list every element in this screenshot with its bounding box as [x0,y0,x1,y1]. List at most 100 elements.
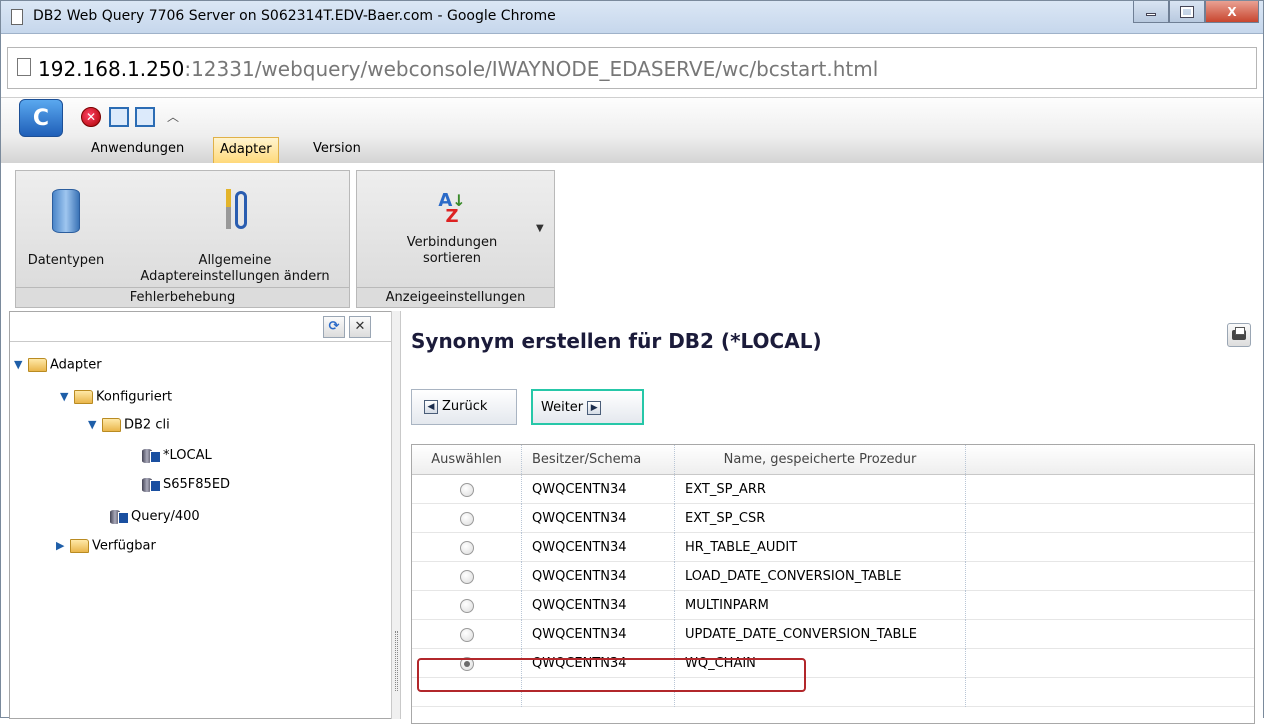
arrow-left-icon: ◀ [424,399,438,414]
refresh-button[interactable]: ⟳ [323,316,345,338]
caret-down-icon[interactable]: ▼ [88,414,102,436]
folder-open-icon [28,358,47,372]
tree-node-label: S65F85ED [163,477,231,492]
tree-node-label: DB2 cli [124,417,170,433]
procedure-name-cell: UPDATE_DATE_CONVERSION_TABLE [675,620,966,649]
back-label: Zurück [442,399,488,414]
next-button[interactable]: Weiter ▶ [531,389,644,425]
table-row[interactable]: QWQCENTN34 WQ_CHAIN [412,649,1254,678]
select-cell [412,591,522,620]
next-label: Weiter [541,400,584,415]
column-header-name[interactable]: Name, gespeicherte Prozedur [675,445,966,474]
arrow-right-icon: ▶ [587,400,602,415]
ribbon-tabs: Anwendungen Adapter Version [1,137,401,163]
column-header-auswaehlen[interactable]: Auswählen [412,445,522,474]
close-window-button[interactable]: X [1205,1,1259,23]
print-icon[interactable] [1227,323,1251,347]
column-header-empty [966,445,1254,474]
refresh-icon: ⟳ [328,319,340,334]
back-button[interactable]: ◀ Zurück [411,389,517,425]
collapse-ribbon-icon[interactable]: ︿ [163,107,183,127]
table-row[interactable]: QWQCENTN34 EXT_SP_CSR [412,504,1254,533]
procedure-name-cell: LOAD_DATE_CONVERSION_TABLE [675,562,966,591]
empty-cell [966,562,1254,591]
select-radio[interactable] [459,482,474,497]
address-bar[interactable]: 192.168.1.250:12331/webquery/webconsole/… [7,47,1257,89]
window-title: DB2 Web Query 7706 Server on S062314T.ED… [33,8,556,24]
tree-node-label: Query/400 [131,509,200,524]
adapter-tree-panel: ⟳ ✕ ▼ Adapter ▼ Konfiguriert ▼ DB2 cli *LOC… [9,311,392,719]
connection-icon [140,448,161,464]
console-window-icon[interactable] [135,107,155,127]
sort-az-icon: A↓ Z [438,190,466,227]
tree-node-local[interactable]: *LOCAL [140,445,212,467]
tree-node-query400[interactable]: Query/400 [108,506,200,528]
window-icon[interactable] [109,107,129,127]
title-bar: DB2 Web Query 7706 Server on S062314T.ED… [1,1,1263,34]
select-cell [412,620,522,649]
minimize-button[interactable] [1133,1,1169,23]
caret-right-icon[interactable]: ▶ [56,535,70,557]
column-header-schema[interactable]: Besitzer/Schema [522,445,675,474]
select-radio[interactable] [459,511,474,526]
caret-down-icon[interactable]: ▼ [60,386,74,408]
schema-cell: QWQCENTN34 [522,591,675,620]
group-label-anzeigeeinstellungen: Anzeigeeinstellungen [357,287,554,307]
folder-icon [70,539,89,553]
select-radio[interactable] [459,656,474,671]
select-cell [412,475,522,504]
app-logo-button[interactable]: C [19,99,63,137]
database-icon [52,189,80,233]
sort-connections-button[interactable]: A↓ Z Verbindungen sortieren [367,190,537,267]
maximize-button[interactable] [1169,1,1205,23]
tree-node-verfuegbar[interactable]: ▶ Verfügbar [56,535,156,557]
panel-splitter[interactable] [391,311,401,719]
tree-node-adapter[interactable]: ▼ Adapter [14,354,102,376]
procedure-name-cell: EXT_SP_ARR [675,475,966,504]
datentypen-button[interactable]: Datentypen [20,189,112,269]
tree-node-konfiguriert[interactable]: ▼ Konfiguriert [60,386,172,408]
table-header: Auswählen Besitzer/Schema Name, gespeich… [412,445,1254,475]
chevron-down-icon[interactable]: ▼ [536,223,544,234]
caret-down-icon[interactable]: ▼ [14,354,28,376]
tools-icon [220,189,250,233]
procedure-name-cell: MULTINPARM [675,591,966,620]
tree-node-label: Konfiguriert [96,389,173,405]
table-row-empty [412,678,1254,707]
folder-open-icon [102,418,121,432]
select-radio[interactable] [459,627,474,642]
adapter-settings-label-1: Allgemeine [198,253,272,268]
tab-adapter[interactable]: Adapter [213,137,279,163]
close-panel-button[interactable]: ✕ [349,316,371,338]
tab-anwendungen[interactable]: Anwendungen [85,137,190,163]
ribbon-group-anzeigeeinstellungen: A↓ Z Verbindungen sortieren Anzeigeeinste… [356,170,555,308]
maximize-icon [1180,5,1194,18]
url-host: 192.168.1.250 [38,57,185,81]
close-icon: X [1227,4,1237,19]
minimize-icon [1146,13,1156,16]
table-row[interactable]: QWQCENTN34 LOAD_DATE_CONVERSION_TABLE [412,562,1254,591]
select-cell [412,562,522,591]
tab-version[interactable]: Version [307,137,367,163]
tree-node-s65f85ed[interactable]: S65F85ED [140,474,230,496]
empty-cell [966,649,1254,678]
url-text[interactable]: 192.168.1.250:12331/webquery/webconsole/… [38,57,878,81]
procedure-table: Auswählen Besitzer/Schema Name, gespeich… [411,444,1255,724]
stop-icon[interactable]: ✕ [81,107,101,127]
schema-cell: QWQCENTN34 [522,562,675,591]
select-radio[interactable] [459,569,474,584]
group-label-fehlerbehebung: Fehlerbehebung [16,287,349,307]
tree-node-db2-cli[interactable]: ▼ DB2 cli [88,414,170,436]
table-row[interactable]: QWQCENTN34 MULTINPARM [412,591,1254,620]
schema-cell: QWQCENTN34 [522,475,675,504]
adapter-settings-button[interactable]: Allgemeine Adaptereinstellungen ändern [124,189,346,285]
table-row[interactable]: QWQCENTN34 HR_TABLE_AUDIT [412,533,1254,562]
select-radio[interactable] [459,540,474,555]
select-radio[interactable] [459,598,474,613]
table-row[interactable]: QWQCENTN34 UPDATE_DATE_CONVERSION_TABLE [412,620,1254,649]
url-path: :12331/webquery/webconsole/IWAYNODE_EDAS… [184,57,879,81]
table-row[interactable]: QWQCENTN34 EXT_SP_ARR [412,475,1254,504]
empty-cell [966,504,1254,533]
tree-node-label: Verfügbar [92,538,156,554]
splitter-grip[interactable] [395,631,398,691]
